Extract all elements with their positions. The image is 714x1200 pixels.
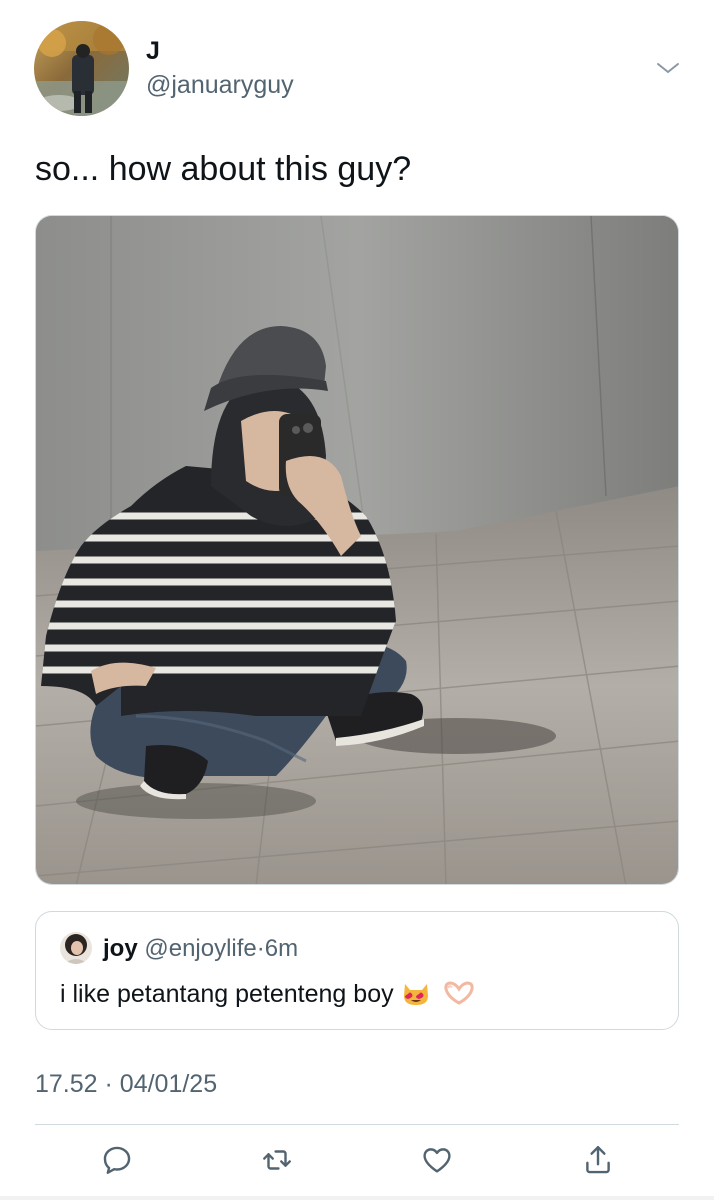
actions-divider <box>35 1124 679 1125</box>
more-options-button[interactable] <box>652 52 684 84</box>
speech-bubble-icon <box>103 1146 131 1174</box>
tweet-text: so... how about this guy? <box>35 150 412 188</box>
avatar-photo <box>34 21 129 116</box>
heart-eyes-cat-icon <box>403 984 428 1005</box>
tweet-media-photo[interactable] <box>35 215 679 885</box>
timestamp-separator: · <box>104 1070 113 1098</box>
author-display-name[interactable]: J <box>146 36 160 66</box>
tweet-timestamp[interactable]: 17.52 · 04/01/25 <box>35 1068 217 1100</box>
quoted-tweet-header: joy @enjoylife·6m <box>103 934 298 964</box>
quoted-author-name: joy <box>103 935 138 962</box>
author-avatar[interactable] <box>34 21 129 116</box>
chevron-down-icon <box>657 63 679 73</box>
tweet-date: 04/01/25 <box>119 1070 218 1098</box>
bottom-edge <box>0 1196 714 1200</box>
quoted-avatar-photo <box>60 932 92 964</box>
retweet-icon <box>263 1150 291 1170</box>
heart-hands-icon <box>443 981 474 1005</box>
reply-button[interactable] <box>99 1142 135 1178</box>
tweet-time: 17.52 <box>35 1070 98 1098</box>
author-handle[interactable]: @januaryguy <box>146 70 294 100</box>
quoted-time: 6m <box>264 935 299 962</box>
photo-image <box>36 216 678 884</box>
quoted-author-handle: @enjoylife <box>144 935 257 962</box>
tweet-detail-screen: J @januaryguy so... how about this guy? <box>0 0 714 1200</box>
quoted-time-separator: · <box>256 935 265 962</box>
heart-icon <box>423 1148 451 1173</box>
quoted-tweet[interactable]: joy @enjoylife·6m i like petantang peten… <box>35 911 679 1030</box>
quoted-author-avatar <box>60 932 92 964</box>
share-button[interactable] <box>580 1142 616 1178</box>
quoted-tweet-text: i like petantang petenteng boy <box>60 978 476 1010</box>
share-icon <box>586 1146 610 1174</box>
retweet-button[interactable] <box>259 1142 295 1178</box>
quoted-text-body: i like petantang petenteng boy <box>60 980 394 1008</box>
like-button[interactable] <box>419 1142 455 1178</box>
